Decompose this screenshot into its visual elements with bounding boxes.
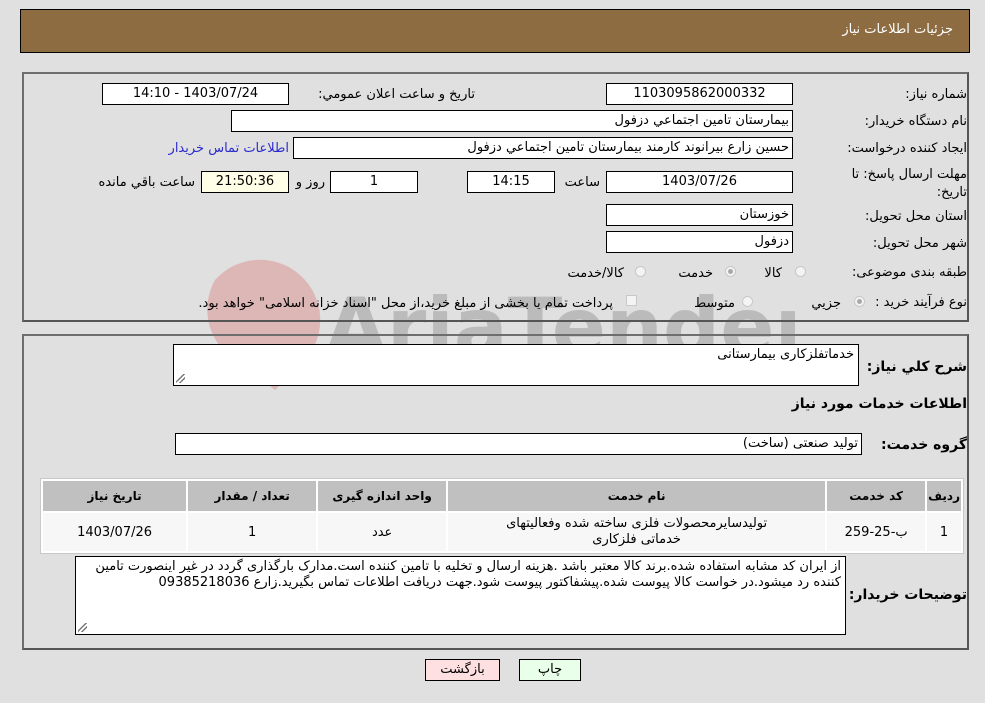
services-table: رديف کد خدمت نام خدمت واحد اندازه گيری ت… [40, 478, 964, 554]
need-number-label: شماره نیاز: [905, 87, 967, 102]
buyer-org-label: نام دستگاه خريدار: [864, 114, 967, 129]
deadline-label: مهلت ارسال پاسخ: تا تاريخ: [851, 167, 967, 200]
resize-grip-icon[interactable] [176, 374, 185, 383]
need-number-field: 1103095862000332 [606, 83, 793, 105]
category-option-service: خدمت [678, 266, 713, 281]
table-row: 1 ب-25-259 تولیدسایرمحصولات فلزی ساخته ش… [43, 513, 961, 551]
summary-textarea[interactable]: خدماتفلزکاری بیمارستانی [173, 344, 859, 386]
category-radio-goods[interactable] [795, 266, 806, 277]
buyer-notes-label: توضيحات خريدار: [848, 587, 967, 603]
service-group-field: تولید صنعتی (ساخت) [175, 433, 862, 455]
city-field: دزفول [606, 231, 793, 253]
cell-unit: عدد [318, 513, 447, 551]
days-label: روز و [295, 175, 325, 190]
time-remaining-field: 21:50:36 [201, 171, 289, 193]
col-header-service-code: کد خدمت [827, 481, 926, 511]
deadline-time-field: 14:15 [467, 171, 555, 193]
services-section-title: اطلاعات خدمات مورد نياز [791, 396, 967, 412]
creator-label: ايجاد کننده درخواست: [847, 141, 967, 156]
province-field: خوزستان [606, 204, 793, 226]
cell-quantity: 1 [188, 513, 317, 551]
cell-service-code: ب-25-259 [827, 513, 926, 551]
category-option-goods: کالا [764, 266, 782, 281]
process-radio-minor[interactable] [854, 296, 865, 307]
page-header: جزئیات اطلاعات نیاز [20, 9, 970, 53]
col-header-quantity: تعداد / مقدار [188, 481, 317, 511]
province-label: استان محل تحويل: [865, 209, 967, 224]
service-group-label: گروه خدمت: [881, 437, 967, 453]
buyer-notes-text: از ایران کد مشابه استفاده شده.برند کالا … [95, 559, 841, 590]
buyer-org-field: بيمارستان تامين اجتماعي دزفول [231, 110, 793, 132]
days-remaining-field: 1 [330, 171, 418, 193]
deadline-time-label: ساعت [564, 175, 600, 190]
process-label: نوع فرآيند خريد : [875, 295, 967, 310]
announce-datetime-field: 1403/07/24 - 14:10 [102, 83, 289, 105]
process-option-medium: متوسط [694, 296, 735, 311]
cell-service-name: تولیدسایرمحصولات فلزی ساخته شده وفعالیته… [448, 513, 826, 551]
city-label: شهر محل تحويل: [872, 236, 967, 251]
category-option-goods-service: کالا/خدمت [567, 266, 624, 281]
process-radio-medium[interactable] [742, 296, 753, 307]
col-header-service-name: نام خدمت [448, 481, 826, 511]
category-label: طبقه بندی موضوعی: [851, 265, 967, 280]
category-radio-goods-service[interactable] [635, 266, 646, 277]
col-header-need-date: تاريخ نياز [43, 481, 187, 511]
cell-row-number: 1 [927, 513, 961, 551]
summary-text: خدماتفلزکاری بیمارستانی [717, 347, 854, 362]
cell-need-date: 1403/07/26 [43, 513, 187, 551]
summary-label: شرح کلي نياز: [866, 359, 967, 375]
table-header-row: رديف کد خدمت نام خدمت واحد اندازه گيری ت… [43, 481, 961, 511]
print-button[interactable]: چاپ [519, 659, 581, 681]
process-option-minor: جزيي [811, 296, 841, 311]
col-header-row-number: رديف [927, 481, 961, 511]
back-button[interactable]: بازگشت [425, 659, 500, 681]
buyer-contact-link[interactable]: اطلاعات تماس خريدار [169, 141, 289, 156]
buyer-notes-textarea[interactable]: از ایران کد مشابه استفاده شده.برند کالا … [75, 556, 846, 635]
page-title: جزئیات اطلاعات نیاز [842, 22, 953, 37]
category-radio-service[interactable] [725, 266, 736, 277]
treasury-checkbox[interactable] [626, 295, 637, 306]
time-remaining-label: ساعت باقي مانده [98, 175, 195, 190]
creator-field: حسين زارع بيرانوند کارمند بيمارستان تامي… [293, 137, 793, 159]
treasury-note: پرداخت تمام يا بخشی از مبلغ خريد،از محل … [198, 296, 613, 311]
col-header-unit: واحد اندازه گيری [318, 481, 447, 511]
deadline-date-field: 1403/07/26 [606, 171, 793, 193]
announce-label: تاریخ و ساعت اعلان عمومي: [318, 87, 475, 102]
resize-grip-icon[interactable] [78, 623, 87, 632]
